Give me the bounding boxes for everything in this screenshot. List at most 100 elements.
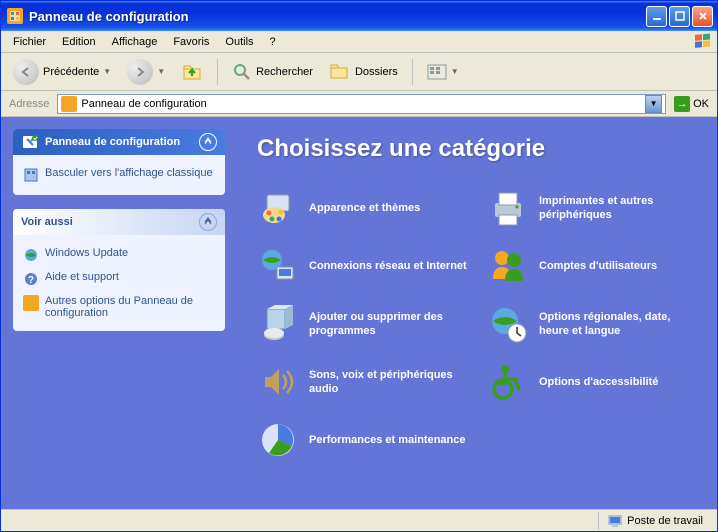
- folder-up-icon: [181, 61, 203, 83]
- appearance-icon: [257, 187, 299, 229]
- panel-control-panel: Panneau de configuration Basculer vers l…: [13, 129, 225, 195]
- category-network[interactable]: Connexions réseau et Internet: [257, 245, 467, 287]
- chevron-down-icon: ▼: [157, 67, 165, 76]
- chevron-down-icon: ▼: [103, 67, 111, 76]
- users-icon: [487, 245, 529, 287]
- sidebar: Panneau de configuration Basculer vers l…: [1, 117, 237, 509]
- category-accessibility[interactable]: Options d'accessibilité: [487, 361, 697, 403]
- toolbar-separator: [217, 59, 218, 85]
- globe-icon: [23, 247, 39, 263]
- panel-see-also: Voir aussi Windows Update ? Aide et supp…: [13, 209, 225, 331]
- other-options-link[interactable]: Autres options du Panneau de configurati…: [23, 291, 215, 323]
- maximize-button[interactable]: [669, 6, 690, 27]
- titlebar: Panneau de configuration: [1, 1, 717, 31]
- control-panel-icon: [61, 96, 77, 112]
- category-label: Ajouter ou supprimer des programmes: [309, 310, 467, 339]
- up-button[interactable]: [175, 58, 209, 86]
- go-button[interactable]: → OK: [670, 94, 713, 114]
- folders-icon: [329, 62, 351, 82]
- category-label: Comptes d'utilisateurs: [539, 259, 657, 273]
- minimize-button[interactable]: [646, 6, 667, 27]
- windows-update-link[interactable]: Windows Update: [23, 243, 215, 267]
- control-panel-icon: [21, 133, 41, 151]
- printer-icon: [487, 187, 529, 229]
- link-label: Basculer vers l'affichage classique: [45, 167, 213, 179]
- search-button[interactable]: Rechercher: [226, 58, 319, 86]
- main-area: Choisissez une catégorie Apparence et th…: [237, 117, 717, 509]
- switch-classic-view-link[interactable]: Basculer vers l'affichage classique: [23, 163, 215, 187]
- computer-icon: [607, 513, 623, 529]
- address-value: Panneau de configuration: [81, 98, 206, 110]
- category-label: Options d'accessibilité: [539, 375, 658, 389]
- addressbar: Adresse Panneau de configuration ▼ → OK: [1, 91, 717, 117]
- back-arrow-icon: [13, 59, 39, 85]
- back-label: Précédente: [43, 66, 99, 78]
- chevron-down-icon: ▼: [451, 67, 459, 76]
- address-field[interactable]: Panneau de configuration ▼: [57, 94, 666, 114]
- programs-icon: [257, 303, 299, 345]
- folders-button[interactable]: Dossiers: [323, 58, 404, 86]
- category-label: Apparence et thèmes: [309, 201, 420, 215]
- accessibility-icon: [487, 361, 529, 403]
- menu-help[interactable]: ?: [262, 34, 284, 50]
- menu-view[interactable]: Affichage: [104, 34, 166, 50]
- category-appearance[interactable]: Apparence et thèmes: [257, 187, 467, 229]
- panel-title: Panneau de configuration: [45, 136, 180, 148]
- help-icon: ?: [23, 271, 39, 287]
- panel-title: Voir aussi: [21, 216, 73, 228]
- views-icon: [427, 64, 447, 80]
- category-printers[interactable]: Imprimantes et autres périphériques: [487, 187, 697, 229]
- windows-logo-icon: [693, 32, 713, 52]
- menu-favorites[interactable]: Favoris: [165, 34, 217, 50]
- folders-label: Dossiers: [355, 66, 398, 78]
- performance-icon: [257, 419, 299, 461]
- panel-header: Panneau de configuration: [13, 129, 225, 155]
- forward-button[interactable]: ▼: [121, 58, 171, 86]
- category-label: Connexions réseau et Internet: [309, 259, 467, 273]
- page-title: Choisissez une catégorie: [257, 135, 697, 163]
- address-dropdown[interactable]: ▼: [645, 95, 662, 113]
- control-panel-icon: [7, 8, 23, 24]
- collapse-button[interactable]: [199, 133, 217, 151]
- forward-arrow-icon: [127, 59, 153, 85]
- window-title: Panneau de configuration: [29, 9, 646, 24]
- menu-edit[interactable]: Edition: [54, 34, 104, 50]
- search-label: Rechercher: [256, 66, 313, 78]
- svg-text:?: ?: [28, 275, 34, 286]
- regional-icon: [487, 303, 529, 345]
- category-grid: Apparence et thèmes Imprimantes et autre…: [257, 187, 697, 461]
- toolbar-separator: [412, 59, 413, 85]
- link-label: Autres options du Panneau de configurati…: [45, 295, 215, 319]
- category-programs[interactable]: Ajouter ou supprimer des programmes: [257, 303, 467, 345]
- go-arrow-icon: →: [674, 96, 690, 112]
- category-sounds[interactable]: Sons, voix et périphériques audio: [257, 361, 467, 403]
- category-regional[interactable]: Options régionales, date, heure et langu…: [487, 303, 697, 345]
- toolbar: Précédente ▼ ▼ Rechercher Dossiers ▼: [1, 53, 717, 91]
- network-icon: [257, 245, 299, 287]
- window: Panneau de configuration Fichier Edition…: [0, 0, 718, 532]
- back-button[interactable]: Précédente ▼: [7, 58, 117, 86]
- views-button[interactable]: ▼: [421, 58, 465, 86]
- go-label: OK: [693, 98, 709, 110]
- status-location: Poste de travail: [598, 512, 711, 530]
- category-performance[interactable]: Performances et maintenance: [257, 419, 467, 461]
- help-support-link[interactable]: ? Aide et support: [23, 267, 215, 291]
- chevron-up-icon: [203, 137, 213, 147]
- category-users[interactable]: Comptes d'utilisateurs: [487, 245, 697, 287]
- switch-view-icon: [23, 167, 39, 183]
- panel-body: Basculer vers l'affichage classique: [13, 155, 225, 195]
- close-button[interactable]: [692, 6, 713, 27]
- link-label: Windows Update: [45, 247, 128, 259]
- category-label: Sons, voix et périphériques audio: [309, 368, 467, 397]
- panel-body: Windows Update ? Aide et support Autres …: [13, 235, 225, 331]
- chevron-up-icon: [203, 217, 213, 227]
- status-text: Poste de travail: [627, 515, 703, 527]
- collapse-button[interactable]: [199, 213, 217, 231]
- category-label: Imprimantes et autres périphériques: [539, 194, 697, 223]
- menu-file[interactable]: Fichier: [5, 34, 54, 50]
- category-label: Options régionales, date, heure et langu…: [539, 310, 697, 339]
- menu-tools[interactable]: Outils: [217, 34, 261, 50]
- link-label: Aide et support: [45, 271, 119, 283]
- control-panel-icon: [23, 295, 39, 311]
- menubar: Fichier Edition Affichage Favoris Outils…: [1, 31, 717, 53]
